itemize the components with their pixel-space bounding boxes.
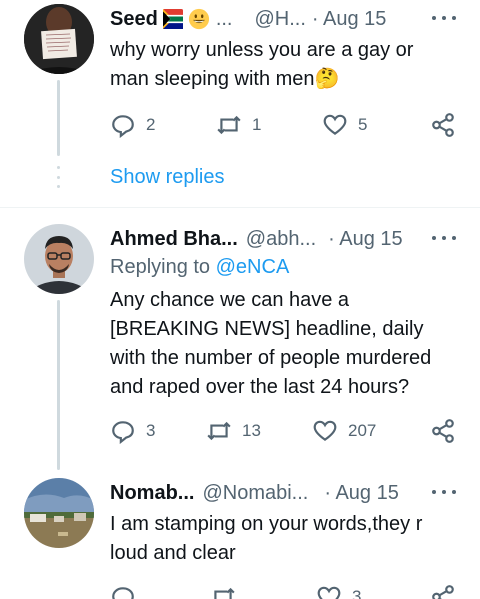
- retweet-count: 1: [252, 115, 262, 134]
- reply-count: 3: [146, 421, 156, 440]
- more-options-icon[interactable]: [432, 228, 456, 248]
- retweet-count: 13: [242, 421, 261, 440]
- tweet-header: Seed ... @H... · Aug 15: [110, 4, 456, 34]
- user-handle[interactable]: @Nomabi...: [202, 482, 308, 505]
- reply-button[interactable]: [110, 582, 146, 599]
- tweet-text: I am stamping on your words,they r loud …: [110, 513, 423, 564]
- avatar[interactable]: [24, 478, 94, 548]
- thread-line: [57, 80, 60, 156]
- tweet-actions: 2 1 5: [110, 110, 456, 140]
- retweet-icon: [207, 421, 231, 441]
- tweet-text: why worry unless you are a gay or man sl…: [110, 39, 414, 90]
- retweet-button[interactable]: [210, 582, 246, 599]
- retweet-button[interactable]: 13: [206, 416, 261, 446]
- south-africa-flag-icon: [162, 9, 183, 29]
- thread-line: [57, 300, 60, 470]
- display-name[interactable]: Seed: [110, 8, 158, 31]
- like-button[interactable]: 3: [316, 582, 361, 599]
- thinking-face-icon: 🤔: [314, 68, 340, 90]
- like-count: 5: [358, 115, 368, 134]
- share-icon: [432, 585, 454, 599]
- share-button[interactable]: [430, 582, 456, 599]
- more-options-icon[interactable]: [432, 482, 456, 502]
- user-handle[interactable]: @abh...: [246, 228, 316, 251]
- reply-count: 2: [146, 115, 156, 134]
- reply-icon: [112, 115, 134, 138]
- tweet-date[interactable]: · Aug 15: [312, 8, 387, 31]
- reply-icon: [112, 421, 134, 444]
- display-name[interactable]: Ahmed Bha...: [110, 228, 238, 251]
- share-icon: [432, 419, 454, 443]
- heart-icon: [313, 420, 337, 441]
- like-button[interactable]: 207: [312, 416, 376, 446]
- grinning-face-icon: [188, 8, 209, 30]
- like-count: 207: [348, 421, 377, 440]
- tweet-actions: 3: [110, 582, 456, 599]
- share-button[interactable]: [430, 416, 456, 446]
- thread-ellipsis: [57, 166, 60, 188]
- tweet-2[interactable]: Ahmed Bha... @abh... · Aug 15 Replying t…: [0, 208, 480, 470]
- heart-icon: [317, 586, 341, 599]
- avatar[interactable]: [24, 224, 94, 294]
- user-handle[interactable]: @H...: [254, 8, 305, 31]
- retweet-button[interactable]: 1: [216, 110, 261, 140]
- more-options-icon[interactable]: [432, 8, 456, 28]
- display-name[interactable]: Nomab...: [110, 482, 194, 505]
- mention-link[interactable]: @eNCA: [216, 256, 290, 278]
- replying-to: Replying to @eNCA: [110, 256, 290, 278]
- reply-icon: [112, 587, 134, 599]
- like-button[interactable]: 5: [322, 110, 367, 140]
- share-button[interactable]: [430, 110, 456, 140]
- tweet-text: Any chance we can have a [BREAKING NEWS]…: [110, 289, 432, 398]
- tweet-1[interactable]: Seed ... @H... · Aug 15 why worry unless…: [0, 0, 480, 206]
- tweet-header: Ahmed Bha... @abh... · Aug 15: [110, 224, 456, 254]
- retweet-icon: [214, 587, 235, 599]
- reply-button[interactable]: 2: [110, 110, 155, 140]
- heart-icon: [323, 114, 347, 135]
- tweet-3[interactable]: Nomab... @Nomabi... · Aug 15 I am stampi…: [0, 470, 480, 599]
- share-icon: [432, 113, 454, 137]
- like-count: 3: [352, 587, 362, 599]
- avatar[interactable]: [24, 4, 94, 74]
- tweet-date[interactable]: · Aug 15: [328, 228, 403, 251]
- reply-button[interactable]: 3: [110, 416, 155, 446]
- tweet-actions: 3 13 207: [110, 416, 456, 446]
- tweet-date[interactable]: · Aug 15: [324, 482, 399, 505]
- retweet-icon: [217, 115, 241, 135]
- show-replies-link[interactable]: Show replies: [110, 166, 225, 189]
- tweet-header: Nomab... @Nomabi... · Aug 15: [110, 478, 456, 508]
